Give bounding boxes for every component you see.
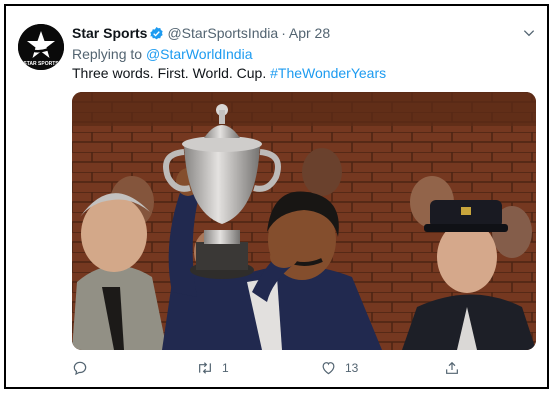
reply-icon [73, 361, 87, 376]
trophy-photo [72, 92, 536, 350]
retweet-count: 1 [222, 361, 229, 375]
replying-prefix: Replying to [72, 46, 143, 62]
replying-to-link[interactable]: @StarWorldIndia [146, 46, 253, 62]
reply-button[interactable] [72, 360, 96, 376]
tweet-date[interactable]: Apr 28 [289, 25, 330, 41]
retweet-button[interactable]: 1 [196, 360, 229, 376]
tweet-header: Star Sports @StarSportsIndia · Apr 28 [72, 25, 330, 41]
tweet-actions: 1 13 [72, 360, 532, 384]
screenshot-frame: STAR SPORTS Star Sports @StarSportsIndia ·… [4, 4, 549, 389]
header-separator: · [281, 25, 286, 41]
replying-to-line: Replying to @StarWorldIndia [72, 46, 253, 62]
avatar-logo-text: STAR SPORTS [23, 61, 59, 67]
author-name[interactable]: Star Sports [72, 25, 147, 41]
tweet-body: Three words. First. World. Cup. [72, 65, 267, 81]
share-button[interactable] [444, 360, 468, 376]
share-icon [446, 361, 458, 374]
more-options-button[interactable] [520, 24, 538, 42]
like-count: 13 [345, 361, 359, 375]
retweet-icon [199, 362, 211, 374]
star-logo-icon: STAR SPORTS [18, 24, 64, 70]
tweet-photo[interactable] [72, 92, 536, 350]
like-icon [322, 362, 335, 375]
chevron-down-icon [523, 30, 535, 37]
avatar[interactable]: STAR SPORTS [18, 24, 64, 70]
tweet-text: Three words. First. World. Cup. #TheWond… [72, 65, 386, 81]
author-handle[interactable]: @StarSportsIndia [167, 25, 278, 41]
hashtag-link[interactable]: #TheWonderYears [270, 65, 386, 81]
like-button[interactable]: 13 [320, 360, 358, 376]
verified-badge-icon [150, 26, 164, 40]
